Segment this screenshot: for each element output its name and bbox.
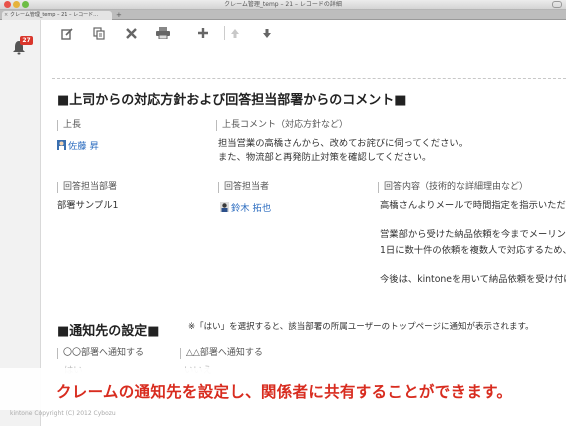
print-icon[interactable]	[154, 24, 172, 42]
tab-label: クレーム管理_temp – 21 – レコード…	[10, 12, 99, 18]
user-avatar-icon	[57, 140, 66, 150]
section-title-comments: ■上司からの対応方針および回答担当部署からのコメント■	[57, 93, 407, 108]
tab-bar: × クレーム管理_temp – 21 – レコード… +	[0, 10, 566, 20]
window-toolbar-toggle[interactable]	[552, 1, 562, 8]
delete-icon[interactable]	[122, 24, 140, 42]
sidebar: 27	[0, 20, 41, 426]
boss-user-link[interactable]: 佐藤 昇	[57, 138, 99, 152]
copy-icon[interactable]	[90, 24, 108, 42]
notification-badge[interactable]: 27	[20, 36, 33, 45]
boss-label: 上長	[57, 120, 81, 131]
browser-tab[interactable]: × クレーム管理_temp – 21 – レコード…	[2, 11, 112, 20]
person-user-link[interactable]: 鈴木 拓也	[220, 200, 271, 214]
new-tab-button[interactable]: +	[116, 11, 122, 19]
dept-label: 回答担当部署	[57, 182, 117, 193]
user-avatar-icon	[220, 202, 229, 212]
content-line-2: 営業部から受けた納品依頼を今までメーリン	[380, 229, 566, 240]
section-divider	[52, 78, 566, 79]
person-label: 回答担当者	[218, 182, 269, 193]
content-line-4: 今後は、kintoneを用いて納品依頼を受け付け	[380, 274, 566, 285]
caption-text: クレームの通知先を設定し、関係者に共有することができます。	[56, 383, 513, 401]
boss-comment-line-1: 担当営業の高橋さんから、改めてお詫びに伺ってください。	[218, 138, 468, 149]
record-toolbar	[42, 20, 566, 46]
content-label: 回答内容（技術的な詳細理由など）	[378, 182, 528, 193]
section-title-notify: ■通知先の設定■	[57, 324, 160, 339]
person-user-name[interactable]: 鈴木 拓也	[231, 200, 271, 214]
notify-b-label: △△部署へ通知する	[180, 348, 263, 359]
boss-user-name[interactable]: 佐藤 昇	[68, 138, 99, 152]
toolbar-separator	[224, 26, 225, 40]
previous-icon[interactable]	[226, 24, 244, 42]
edit-icon[interactable]	[58, 24, 76, 42]
notify-a-label: 〇〇部署へ通知する	[57, 348, 144, 359]
boss-comment-label: 上長コメント（対応方針など）	[216, 120, 348, 131]
content-line-3: 1日に数十件の依頼を複数人で対応するため、	[380, 245, 566, 256]
window-title: クレーム管理_temp – 21 – レコードの詳細	[224, 1, 342, 8]
next-icon[interactable]	[258, 24, 276, 42]
tab-close-icon[interactable]: ×	[4, 11, 8, 20]
add-icon[interactable]	[194, 24, 212, 42]
dept-value: 部署サンプル1	[57, 200, 119, 211]
boss-comment-line-2: また、物流部と再発防止対策を確認してください。	[218, 152, 432, 163]
notify-note: ※「はい」を選択すると、該当部署の所属ユーザーのトップページに通知が表示されます…	[188, 322, 534, 332]
footer-copyright: kintone Copyright (C) 2012 Cybozu	[10, 410, 116, 417]
window-titlebar: クレーム管理_temp – 21 – レコードの詳細	[0, 0, 566, 10]
content-line-1: 高橋さんよりメールで時間指定を指示いただ	[380, 200, 566, 211]
